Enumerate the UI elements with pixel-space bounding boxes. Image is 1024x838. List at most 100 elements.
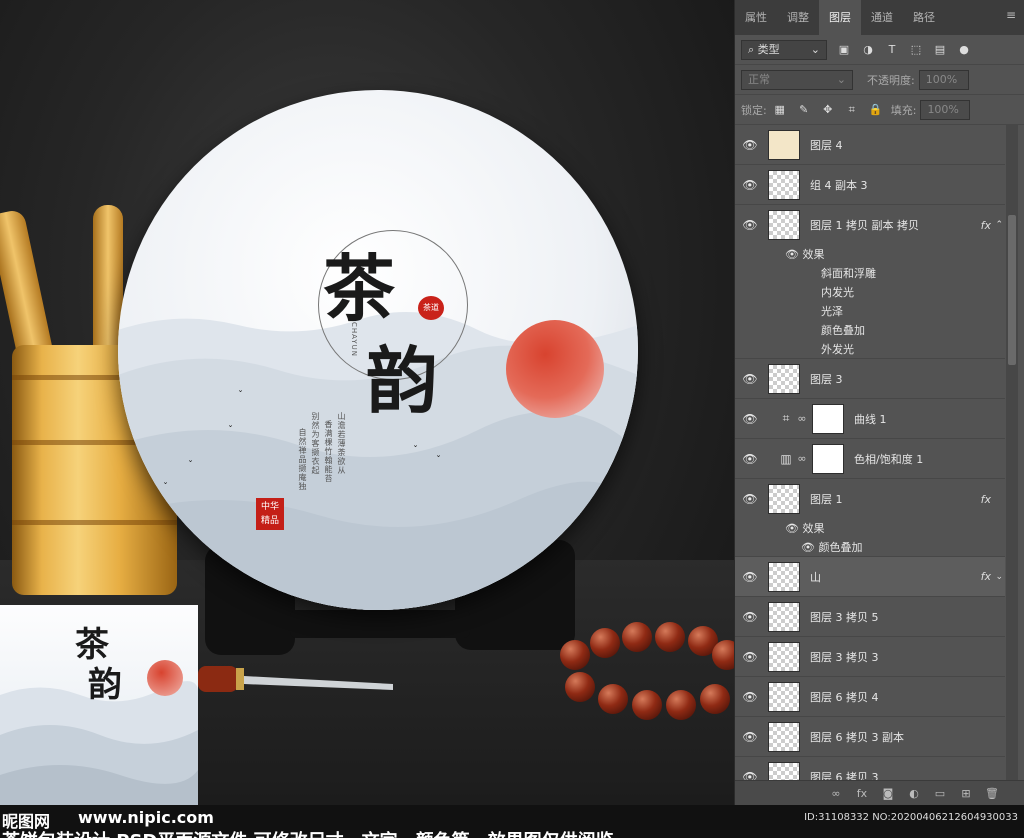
link-icon[interactable]: ∞ (795, 412, 809, 425)
tab-channels[interactable]: 通道 (861, 0, 903, 35)
effects-label: 效果 (802, 248, 825, 261)
layer-name: 图层 4 (810, 138, 843, 152)
lock-label: 锁定: (741, 103, 767, 117)
effects-label: 效果 (802, 522, 825, 535)
layer-filter-dropdown[interactable]: ⌕ 类型 ⌄ (741, 39, 827, 60)
tea-knife (198, 666, 393, 692)
bird-icon: ˇ (238, 390, 243, 401)
panel-tabs: 属性 调整 图层 通道 路径 ≡ (735, 0, 1024, 35)
red-sun (506, 320, 604, 418)
bird-icon: ˇ (436, 455, 441, 466)
link-layers-icon[interactable]: ∞ (829, 787, 843, 800)
chevron-down-icon: ⌄ (810, 42, 820, 56)
layer-thumbnail (768, 363, 800, 394)
layer-filter-row: ⌕ 类型 ⌄ ▣ ◑ T ⬚ ▤ ● (735, 35, 1024, 65)
effect-item[interactable]: 斜面和浮雕 (735, 264, 1005, 283)
blend-mode-dropdown[interactable]: 正常 ⌄ (741, 69, 853, 90)
new-layer-icon[interactable]: ⊞ (959, 787, 973, 800)
product-mockup-scene: 茶 韵 茶道 CHAYUN 山澹若薄荼欲从 香满棵竹翰能苔 别然为客撷衣起 自然… (0, 0, 734, 805)
tab-paths[interactable]: 路径 (903, 0, 945, 35)
eye-icon[interactable]: 👁 (785, 248, 802, 261)
add-style-icon[interactable]: fx (855, 787, 869, 800)
effects-header[interactable]: 👁 效果 (735, 245, 1005, 264)
new-group-icon[interactable]: ▭ (933, 787, 947, 800)
add-mask-icon[interactable]: ◙ (881, 787, 895, 800)
poem-line-2: 香满棵竹翰能苔 (324, 420, 333, 483)
trash-icon[interactable]: 🗑 (985, 787, 999, 800)
effect-item[interactable]: 外发光 (735, 340, 1005, 359)
eye-icon[interactable]: 👁 (735, 610, 765, 624)
tab-layers[interactable]: 图层 (819, 0, 861, 35)
fill-field[interactable]: 100% (920, 99, 971, 120)
thumbnail-char-yun: 韵 (88, 665, 122, 705)
eye-icon[interactable]: 👁 (735, 570, 765, 584)
seal-line-2: 精品 (260, 516, 279, 526)
fx-icon[interactable]: fx (981, 493, 991, 506)
chevron-up-icon[interactable]: ⌃ (995, 220, 1003, 230)
link-icon[interactable]: ∞ (795, 452, 809, 465)
layer-row[interactable]: 👁 图层 4 (735, 125, 1005, 165)
layer-row[interactable]: 👁 图层 6 拷贝 3 (735, 757, 1005, 780)
layer-thumbnail (768, 681, 800, 712)
layer-thumbnail (768, 561, 800, 592)
scrollbar-thumb[interactable] (1008, 215, 1016, 365)
opacity-field[interactable]: 100% (918, 69, 969, 90)
layer-row[interactable]: 👁 图层 1 拷贝 副本 拷贝 fx ⌃ (735, 205, 1005, 245)
panel-menu-icon[interactable]: ≡ (1006, 8, 1016, 22)
lock-artboard-icon[interactable]: ⌗ (845, 103, 859, 117)
eye-icon[interactable]: 👁 (801, 541, 818, 554)
layer-row[interactable]: 👁 图层 3 (735, 359, 1005, 399)
fx-icon[interactable]: fx (981, 570, 991, 583)
type-filter-icon[interactable]: T (885, 43, 899, 57)
layer-name: 图层 3 拷贝 5 (810, 610, 879, 624)
pixel-filter-icon[interactable]: ▣ (837, 43, 851, 57)
tab-adjustments[interactable]: 调整 (777, 0, 819, 35)
effect-item[interactable]: 颜色叠加 (735, 321, 1005, 340)
effect-item[interactable]: 内发光 (735, 283, 1005, 302)
eye-icon[interactable]: 👁 (785, 522, 802, 535)
lock-row: 锁定: ▦ ✎ ✥ ⌗ 🔒 填充: 100% (735, 95, 1024, 125)
layer-row[interactable]: 👁 图层 6 拷贝 3 副本 (735, 717, 1005, 757)
adjustment-filter-icon[interactable]: ◑ (861, 43, 875, 57)
tea-cake: 茶 韵 茶道 CHAYUN 山澹若薄荼欲从 香满棵竹翰能苔 别然为客撷衣起 自然… (118, 90, 638, 610)
fill-label: 填充: (890, 103, 917, 117)
eye-icon[interactable]: 👁 (735, 492, 765, 506)
eye-icon[interactable]: 👁 (735, 412, 765, 426)
new-adjustment-icon[interactable]: ◐ (907, 787, 921, 800)
eye-icon[interactable]: 👁 (735, 372, 765, 386)
chevron-down-icon[interactable]: ⌄ (995, 572, 1003, 582)
layer-row[interactable]: 👁 图层 3 拷贝 5 (735, 597, 1005, 637)
lock-pixels-icon[interactable]: ✎ (797, 103, 811, 117)
effect-item[interactable]: 👁 颜色叠加 (735, 538, 1005, 557)
tab-properties[interactable]: 属性 (735, 0, 777, 35)
layer-row[interactable]: 👁 图层 3 拷贝 3 (735, 637, 1005, 677)
eye-icon[interactable]: 👁 (735, 650, 765, 664)
lock-all-icon[interactable]: 🔒 (869, 103, 883, 117)
image-id: ID:31108332 NO:20200406212604930033 (804, 812, 1018, 823)
lock-position-icon[interactable]: ✥ (821, 103, 835, 117)
layer-name: 图层 3 拷贝 3 (810, 650, 879, 664)
smart-object-filter-icon[interactable]: ▤ (933, 43, 947, 57)
fx-icon[interactable]: fx (981, 219, 991, 232)
layer-row[interactable]: 👁 图层 1 fx (735, 479, 1005, 519)
layer-row[interactable]: 👁 ▥ ∞ 色相/饱和度 1 (735, 439, 1005, 479)
eye-icon[interactable]: 👁 (735, 770, 765, 781)
eye-icon[interactable]: 👁 (735, 730, 765, 744)
shape-filter-icon[interactable]: ⬚ (909, 43, 923, 57)
filter-toggle-icon[interactable]: ● (957, 43, 971, 57)
eye-icon[interactable]: 👁 (735, 218, 765, 232)
site-url: www.nipic.com (78, 808, 214, 827)
eye-icon[interactable]: 👁 (735, 690, 765, 704)
eye-icon[interactable]: 👁 (735, 178, 765, 192)
eye-icon[interactable]: 👁 (735, 138, 765, 152)
effect-item[interactable]: 光泽 (735, 302, 1005, 321)
eye-icon[interactable]: 👁 (735, 452, 765, 466)
layer-row[interactable]: 👁 山 fx ⌄ (735, 557, 1005, 597)
layer-row[interactable]: 👁 ⌗ ∞ 曲线 1 (735, 399, 1005, 439)
layer-row[interactable]: 👁 组 4 副本 3 (735, 165, 1005, 205)
effects-header[interactable]: 👁 效果 (735, 519, 1005, 538)
layer-thumbnail (768, 761, 800, 780)
layers-scrollbar[interactable] (1006, 125, 1018, 780)
lock-transparency-icon[interactable]: ▦ (773, 103, 787, 117)
layer-row[interactable]: 👁 图层 6 拷贝 4 (735, 677, 1005, 717)
